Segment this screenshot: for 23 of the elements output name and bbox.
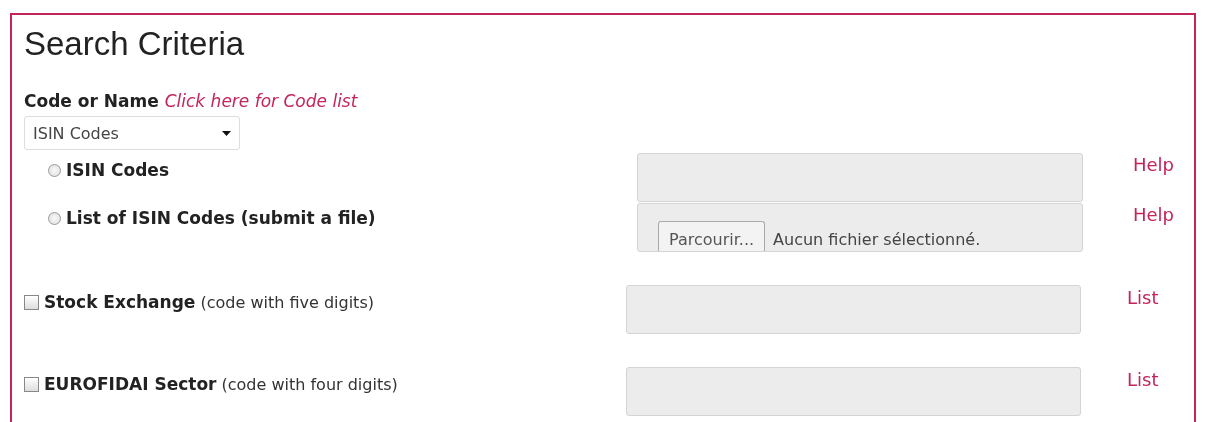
panel-title: Search Criteria (24, 24, 246, 64)
option-label: List of ISIN Codes (submit a file) (66, 208, 376, 228)
field-label: Code or Name (24, 91, 159, 111)
file-status: Aucun fichier sélectionné. (773, 229, 981, 251)
caret-icon (222, 130, 231, 136)
code-type-dropdown[interactable]: ISIN Codes (24, 116, 240, 150)
checkbox[interactable] (24, 376, 39, 392)
option-label: EUROFIDAI Sector (code with four digits) (44, 374, 398, 394)
file-field[interactable]: Parcourir... Aucun fichier sélectionné. (637, 202, 1083, 252)
list-link[interactable]: List (1081, 366, 1194, 390)
input-field[interactable] (626, 366, 1081, 416)
option-label: ISIN Codes (66, 160, 169, 180)
code-list-link[interactable]: Click here for Code list (164, 91, 358, 111)
checkbox[interactable] (24, 294, 39, 310)
radio-button[interactable] (48, 211, 61, 225)
list-link[interactable]: List (1081, 284, 1194, 308)
input-field[interactable] (626, 284, 1081, 334)
browse-button[interactable]: Parcourir... (658, 220, 766, 251)
option-label: Stock Exchange (code with five digits) (44, 292, 374, 312)
help-link[interactable]: Help (1083, 202, 1194, 225)
help-link[interactable]: Help (1083, 152, 1194, 175)
radio-button[interactable] (48, 163, 61, 177)
input-field[interactable] (637, 152, 1083, 202)
